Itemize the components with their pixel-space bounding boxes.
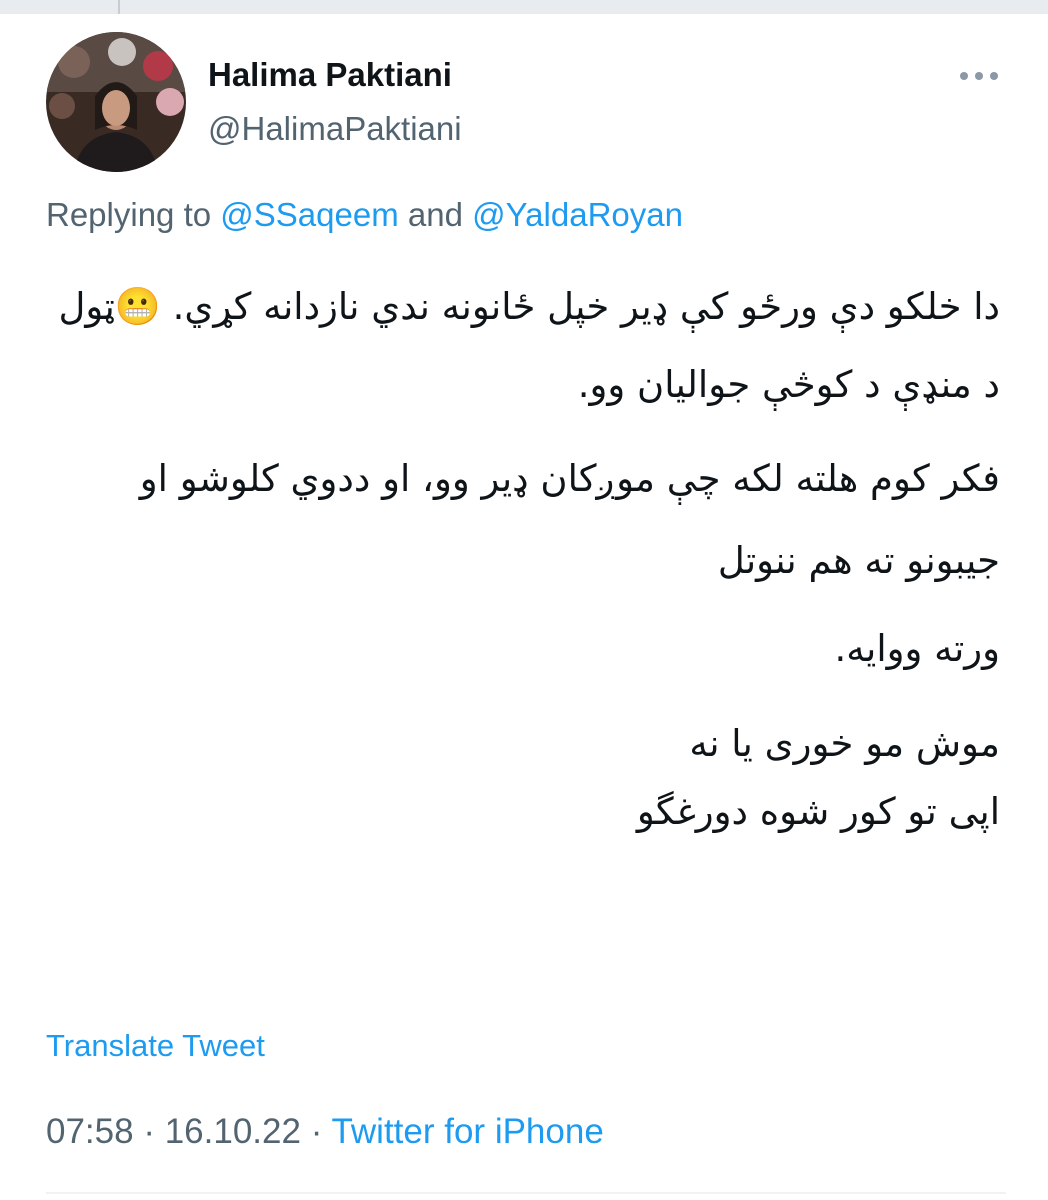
tweet-time[interactable]: 07:58 [46,1112,134,1151]
tweet-date[interactable]: 16.10.22 [165,1112,301,1151]
tweet-paragraph: فکر کوم هلته لکه چې موږکان ډیر وو، او دد… [139,457,1000,582]
replying-to: Replying to @SSaqeem and @YaldaRoyan [46,196,683,234]
tweet-paragraph: ورته ووایه. [834,627,1000,670]
meta-separator: · [310,1112,323,1151]
tweet-paragraph: دا خلکو دې ورځو کې ډیر خپل ځانونه ندي نا… [58,285,1000,406]
translate-tweet-link[interactable]: Translate Tweet [46,1028,265,1064]
tweet-meta: 07:58 · 16.10.22 · Twitter for iPhone [46,1112,604,1152]
replying-conjunction: and [407,196,463,233]
top-edge-strip [0,0,1048,14]
meta-separator: · [143,1112,155,1151]
avatar[interactable] [46,32,186,172]
more-options-icon[interactable] [958,66,1000,86]
mention-yaldaroyan[interactable]: @YaldaRoyan [472,196,683,233]
author-handle[interactable]: @HalimaPaktiani [208,110,462,148]
tweet-source-link[interactable]: Twitter for iPhone [331,1112,603,1151]
more-dot [960,72,968,80]
replying-prefix: Replying to [46,196,212,233]
top-edge-tick [118,0,120,14]
tweet-body: دا خلکو دې ورځو کې ډیر خپل ځانونه ندي نا… [40,268,1000,846]
divider [46,1192,1006,1194]
mention-ssaqeem[interactable]: @SSaqeem [220,196,398,233]
tweet-paragraph: موش مو خوری یا نه اپی تو کور شوه دورغگو [636,722,1000,833]
avatar-photo [46,32,186,172]
author-name[interactable]: Halima Paktiani [208,56,452,94]
more-dot [990,72,998,80]
more-dot [975,72,983,80]
